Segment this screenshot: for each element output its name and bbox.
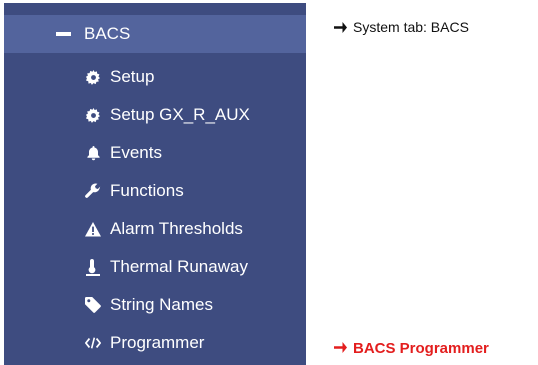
sidebar-group-label: BACS bbox=[84, 24, 131, 43]
sidebar-item-functions[interactable]: Functions bbox=[4, 172, 306, 210]
annotation-text: System tab: BACS bbox=[353, 19, 469, 35]
wrench-icon bbox=[85, 182, 101, 200]
sidebar-item-label: Functions bbox=[110, 181, 184, 200]
sidebar-item-label: Programmer bbox=[110, 333, 205, 352]
sidebar-item-label: Events bbox=[110, 143, 162, 162]
sidebar-item-label: Alarm Thresholds bbox=[110, 219, 243, 238]
sidebar-item-setup-gx-r-aux[interactable]: Setup GX_R_AUX bbox=[4, 96, 306, 134]
bell-icon bbox=[85, 144, 101, 162]
minus-icon[interactable] bbox=[56, 32, 71, 36]
annotation-bacs-programmer: BACS Programmer bbox=[334, 340, 489, 358]
sidebar-item-label: Setup GX_R_AUX bbox=[110, 105, 250, 124]
warning-icon bbox=[85, 220, 101, 238]
sidebar-item-string-names[interactable]: String Names bbox=[4, 286, 306, 324]
sidebar-item-label: Thermal Runaway bbox=[110, 257, 248, 276]
gear-icon bbox=[85, 68, 101, 86]
sidebar-item-label: Setup bbox=[110, 67, 155, 86]
code-icon bbox=[85, 334, 101, 352]
gear-icon bbox=[85, 106, 101, 124]
annotation-system-tab: System tab: BACS bbox=[334, 18, 469, 37]
arrow-right-icon bbox=[334, 340, 347, 358]
sidebar-item-setup[interactable]: Setup bbox=[4, 58, 306, 96]
sidebar-item-alarm-thresholds[interactable]: Alarm Thresholds bbox=[4, 210, 306, 248]
tag-icon bbox=[85, 296, 101, 314]
sidebar-item-label: String Names bbox=[110, 295, 213, 314]
thermometer-icon bbox=[85, 258, 101, 276]
sidebar-item-programmer[interactable]: Programmer bbox=[4, 324, 306, 362]
sidebar-nav: BACS Setup Setup GX_R_AUX Events Functio… bbox=[4, 3, 306, 365]
sidebar-item-events[interactable]: Events bbox=[4, 134, 306, 172]
annotation-text: BACS Programmer bbox=[353, 340, 489, 357]
sidebar-group-bacs[interactable]: BACS bbox=[4, 15, 306, 53]
sidebar-item-thermal-runaway[interactable]: Thermal Runaway bbox=[4, 248, 306, 286]
arrow-right-icon bbox=[334, 19, 347, 37]
